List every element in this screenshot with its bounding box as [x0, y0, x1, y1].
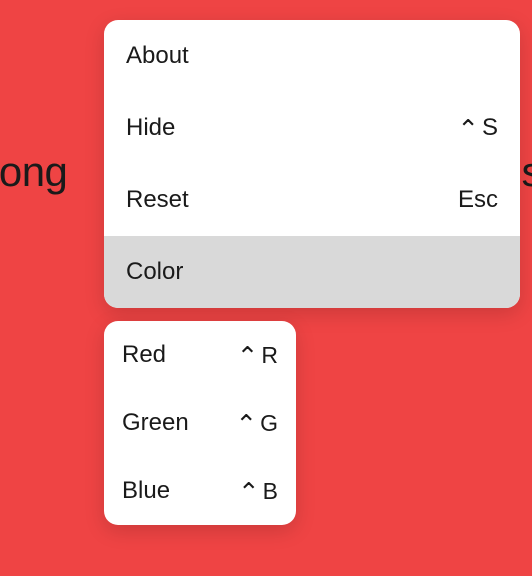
menu-item-reset[interactable]: Reset Esc [104, 164, 520, 236]
menu-item-about[interactable]: About [104, 20, 520, 92]
submenu-item-red[interactable]: Red ⌃ R [104, 321, 296, 389]
submenu-item-label: Green [122, 409, 189, 437]
submenu-item-label: Red [122, 341, 166, 369]
control-symbol-icon: ⌃ [238, 479, 260, 505]
submenu-item-green[interactable]: Green ⌃ G [104, 389, 296, 457]
background-text-right: s [522, 148, 532, 196]
submenu-item-blue[interactable]: Blue ⌃ B [104, 457, 296, 525]
shortcut-key: G [260, 410, 278, 437]
submenu-item-shortcut: ⌃ G [235, 410, 278, 437]
background-text-left: long [0, 148, 67, 196]
menu-item-label: About [126, 42, 189, 70]
menu-item-shortcut: Esc [458, 186, 498, 214]
control-symbol-icon: ⌃ [235, 411, 257, 437]
main-menu: About Hide ⌃ S Reset Esc Color [104, 20, 520, 308]
shortcut-key: R [261, 342, 278, 369]
menu-item-shortcut: ⌃ S [457, 114, 498, 142]
menu-item-label: Reset [126, 186, 189, 214]
menu-item-hide[interactable]: Hide ⌃ S [104, 92, 520, 164]
shortcut-key: B [263, 478, 278, 505]
submenu-item-label: Blue [122, 477, 170, 505]
control-symbol-icon: ⌃ [457, 116, 479, 142]
control-symbol-icon: ⌃ [237, 343, 259, 369]
menu-item-label: Hide [126, 114, 175, 142]
menu-item-label: Color [126, 258, 183, 286]
menu-item-color[interactable]: Color [104, 236, 520, 308]
color-submenu: Red ⌃ R Green ⌃ G Blue ⌃ B [104, 321, 296, 525]
shortcut-key: S [482, 114, 498, 142]
submenu-item-shortcut: ⌃ B [238, 478, 278, 505]
submenu-item-shortcut: ⌃ R [237, 342, 278, 369]
